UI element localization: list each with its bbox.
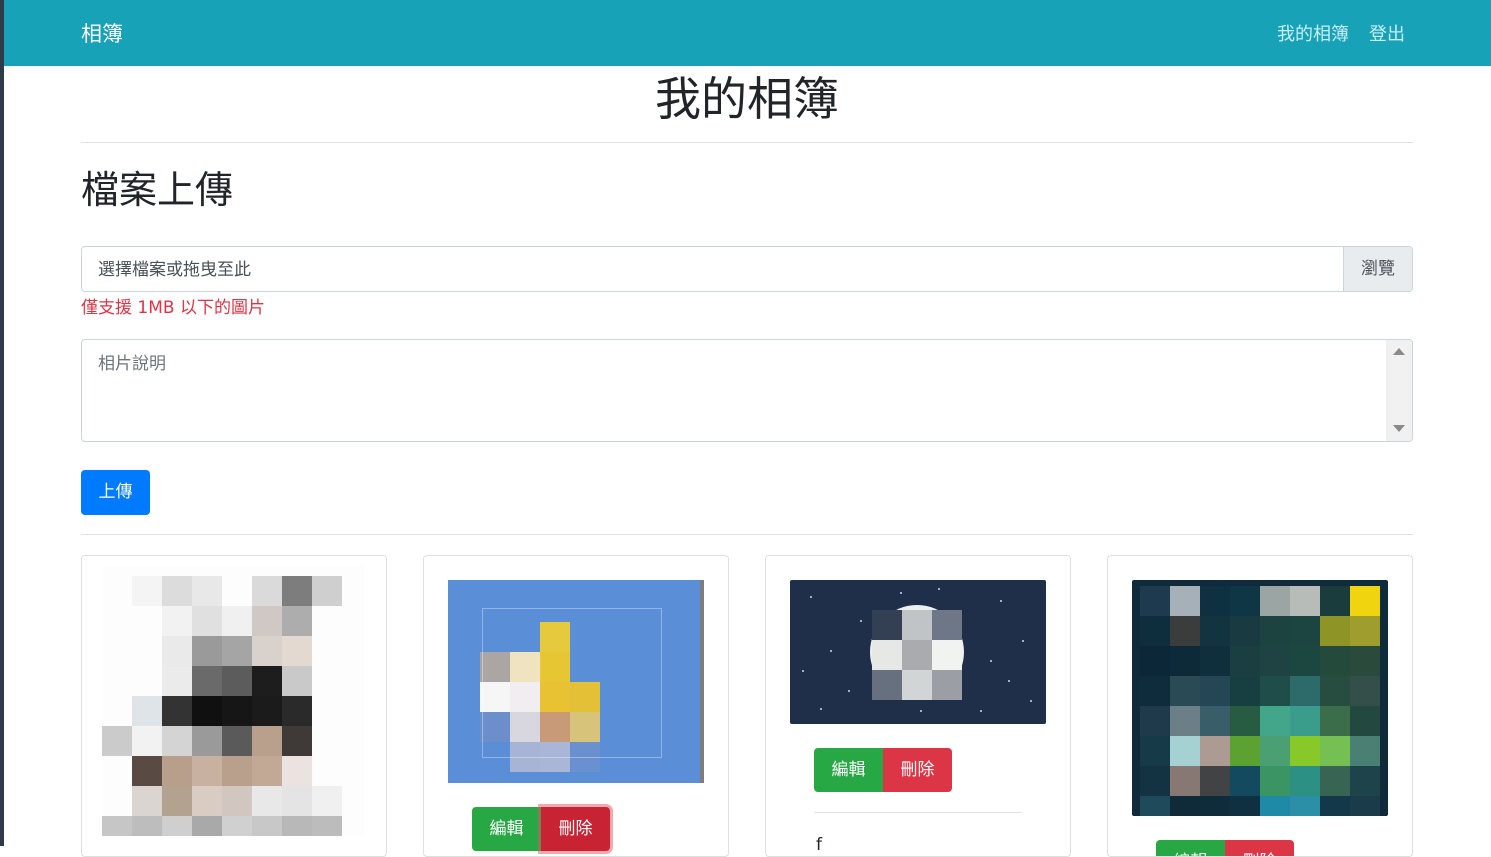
delete-button[interactable]: 刪除 (541, 807, 610, 851)
nav-link-logout[interactable]: 登出 (1369, 23, 1405, 47)
photo-actions: 編輯 刪除 (814, 748, 952, 792)
edit-button[interactable]: 編輯 (814, 748, 883, 792)
navbar-links: 我的相簿 登出 (1277, 23, 1405, 47)
photo-thumbnail[interactable] (448, 580, 704, 783)
divider (81, 534, 1413, 535)
photo-card (81, 555, 387, 857)
photo-card: 編輯 刪除 (423, 555, 729, 857)
page-title: 我的相簿 (655, 72, 839, 126)
photo-actions: 編輯 刪除 (472, 807, 610, 851)
delete-button[interactable]: 刪除 (883, 748, 952, 792)
upload-button[interactable]: 上傳 (81, 470, 150, 515)
file-input-label: 選擇檔案或拖曳至此 (98, 260, 251, 280)
photo-thumbnail[interactable] (790, 580, 1046, 724)
edit-button[interactable]: 編輯 (1156, 840, 1225, 856)
scroll-up-arrow-icon[interactable] (1393, 348, 1405, 355)
upload-heading: 檔案上傳 (81, 168, 234, 212)
photo-thumbnail[interactable] (1132, 580, 1388, 816)
scroll-down-arrow-icon[interactable] (1393, 425, 1405, 432)
file-input[interactable]: 選擇檔案或拖曳至此 瀏覽 (81, 246, 1413, 292)
file-size-hint: 僅支援 1MB 以下的圖片 (81, 298, 265, 318)
photo-description-textarea[interactable]: 相片說明 (81, 339, 1413, 442)
description-placeholder: 相片說明 (98, 354, 166, 374)
browse-button[interactable]: 瀏覽 (1343, 247, 1412, 291)
photo-actions: 編輯 刪除 (1156, 840, 1294, 856)
window-edge (0, 0, 4, 846)
card-divider (814, 812, 1022, 813)
edit-button[interactable]: 編輯 (472, 807, 541, 851)
divider (81, 142, 1413, 143)
photo-caption: f (816, 835, 822, 855)
navbar-brand[interactable]: 相簿 (81, 20, 123, 48)
textarea-scrollbar[interactable] (1386, 340, 1412, 441)
nav-link-my-albums[interactable]: 我的相簿 (1277, 23, 1349, 47)
photo-card: 編輯 刪除 (1107, 555, 1413, 857)
delete-button[interactable]: 刪除 (1225, 840, 1294, 856)
navbar: 相簿 我的相簿 登出 (4, 0, 1491, 66)
photo-thumbnail[interactable] (102, 566, 364, 836)
photo-card: 編輯 刪除 f (765, 555, 1071, 857)
